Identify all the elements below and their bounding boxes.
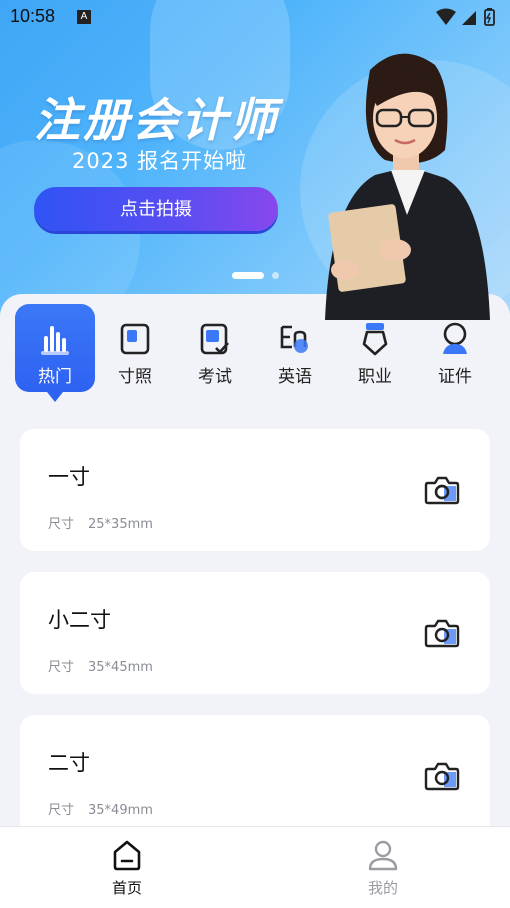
carousel-dot-active[interactable]: [232, 272, 264, 279]
tab-photo-size[interactable]: 寸照: [95, 304, 175, 392]
item-size-value: 35*45mm: [88, 660, 153, 675]
badge-icon: [362, 323, 388, 356]
tab-label: 英语: [278, 367, 312, 387]
tab-label: 证件: [438, 367, 472, 387]
english-en-icon: [280, 325, 308, 353]
tab-hot[interactable]: 热门: [15, 304, 95, 402]
home-icon: [113, 840, 141, 871]
item-size: 尺寸 35*45mm: [48, 656, 153, 675]
photo-frame-icon: [120, 323, 150, 355]
item-size-value: 25*35mm: [88, 517, 153, 532]
nav-profile-label: 我的: [367, 879, 398, 897]
status-icons: [436, 8, 495, 26]
item-name: 小二寸: [48, 608, 111, 632]
item-size-label: 尺寸: [48, 660, 75, 675]
bottom-nav: 首页 我的: [0, 826, 510, 908]
tab-exam[interactable]: 考试: [175, 304, 255, 392]
exam-check-icon: [200, 323, 229, 355]
banner-model-image: [325, 53, 490, 320]
status-bar: 10:58 A: [0, 0, 510, 36]
tab-label: 职业: [358, 367, 392, 387]
camera-icon[interactable]: [424, 760, 460, 792]
item-size-label: 尺寸: [48, 517, 75, 532]
banner[interactable]: 10:58 A 注册会计师 2023 报名开始啦 点击拍摄: [0, 0, 510, 320]
id-person-icon: [443, 322, 467, 354]
list-item[interactable]: 一寸 尺寸 25*35mm: [20, 429, 490, 551]
carousel-indicator[interactable]: [232, 272, 279, 279]
camera-icon[interactable]: [424, 474, 460, 506]
item-size: 尺寸 25*35mm: [48, 513, 153, 532]
wifi-icon: [436, 8, 456, 25]
item-size: 尺寸 35*49mm: [48, 799, 153, 818]
item-name: 二寸: [48, 751, 90, 775]
nav-home-label: 首页: [111, 879, 142, 897]
banner-title: 注册会计师: [34, 93, 279, 147]
signal-icon: [462, 11, 476, 25]
notification-icon: A: [77, 10, 91, 24]
banner-subtitle: 2023 报名开始啦: [72, 149, 248, 173]
carousel-dot[interactable]: [272, 272, 279, 279]
item-size-value: 35*49mm: [88, 803, 153, 818]
nav-profile[interactable]: 我的: [343, 837, 423, 901]
tab-label: 考试: [198, 367, 232, 387]
item-size-label: 尺寸: [48, 803, 75, 818]
shoot-button[interactable]: 点击拍摄: [34, 187, 278, 231]
tab-label: 热门: [38, 367, 72, 387]
camera-icon[interactable]: [424, 617, 460, 649]
status-time: 10:58: [10, 6, 56, 26]
content-panel: 热门 寸照 考试 英语 职业 证件 一寸 尺寸 25*35mm 小二寸 尺寸 3…: [0, 294, 510, 837]
item-name: 一寸: [48, 465, 90, 489]
chart-bars-icon: [41, 326, 69, 355]
nav-home[interactable]: 首页: [87, 837, 167, 901]
list-item[interactable]: 二寸 尺寸 35*49mm: [20, 715, 490, 837]
profile-icon: [368, 840, 398, 871]
list-item[interactable]: 小二寸 尺寸 35*45mm: [20, 572, 490, 694]
tab-label: 寸照: [118, 367, 152, 387]
